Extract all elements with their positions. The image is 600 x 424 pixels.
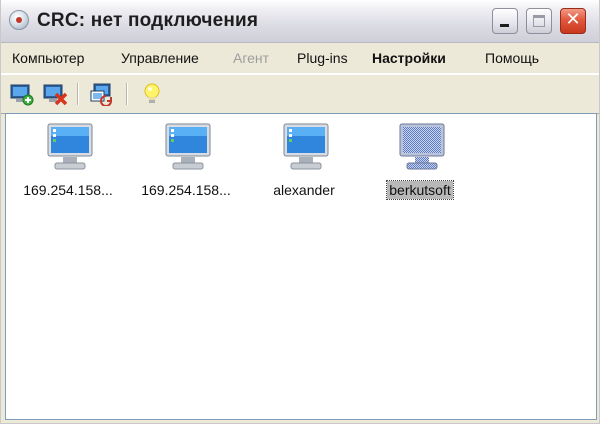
menu-computer[interactable]: Компьютер: [12, 50, 84, 66]
computer-label: alexander: [273, 182, 335, 198]
computer-label: 169.254.158...: [141, 182, 231, 198]
menu-bar: Компьютер Управление Агент Plug-ins Наст…: [1, 43, 599, 74]
computer-list[interactable]: 169.254.158... 169.254.158... alexander …: [5, 113, 597, 420]
refresh-computers-icon: [90, 83, 112, 107]
app-logo-icon: [9, 10, 29, 30]
monitor-icon: [283, 123, 329, 170]
toolbar: [1, 74, 599, 114]
disconnect-computer-icon: [43, 84, 68, 106]
close-button[interactable]: ✕: [560, 8, 586, 34]
menu-help[interactable]: Помощь: [485, 50, 539, 66]
window-title: CRC: нет подключения: [37, 10, 259, 31]
minimize-button[interactable]: [492, 8, 518, 34]
menu-management[interactable]: Управление: [121, 50, 199, 66]
monitor-icon: [47, 123, 93, 170]
computer-item[interactable]: 169.254.158...: [12, 120, 124, 210]
refresh-computers-button[interactable]: [90, 82, 114, 107]
toolbar-separator: [126, 83, 128, 105]
connect-computer-icon: [10, 84, 34, 106]
toolbar-separator: [77, 83, 79, 105]
menu-plugins[interactable]: Plug-ins: [297, 50, 348, 66]
disconnect-computer-button[interactable]: [43, 82, 68, 106]
monitor-offline-icon: [399, 123, 445, 170]
tips-button[interactable]: [140, 82, 164, 106]
connect-computer-button[interactable]: [10, 82, 34, 106]
computer-item-selected[interactable]: berkutsoft: [364, 120, 476, 210]
menu-agent[interactable]: Агент: [233, 50, 269, 66]
computer-item[interactable]: 169.254.158...: [130, 120, 242, 210]
close-icon: ✕: [565, 9, 581, 30]
maximize-button[interactable]: [526, 8, 552, 34]
menu-settings[interactable]: Настройки: [372, 50, 446, 66]
computer-label: 169.254.158...: [23, 182, 113, 198]
title-bar[interactable]: CRC: нет подключения ✕: [1, 0, 599, 43]
minimize-icon: [500, 24, 509, 27]
app-window: CRC: нет подключения ✕ Компьютер Управле…: [0, 0, 600, 424]
maximize-icon: [533, 15, 545, 27]
computer-label: berkutsoft: [386, 180, 454, 200]
lightbulb-icon: [144, 83, 160, 103]
monitor-icon: [165, 123, 211, 170]
computer-item[interactable]: alexander: [248, 120, 360, 210]
